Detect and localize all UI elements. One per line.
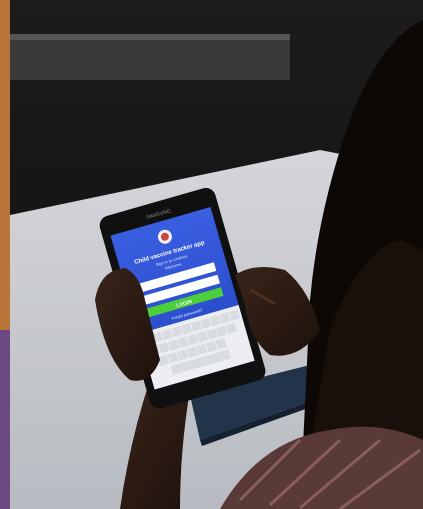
photo-canvas: SAMSUNG Child vaccine tracker app Sign i… — [0, 0, 423, 509]
left-purple-item — [0, 330, 10, 509]
photo-scene: SAMSUNG Child vaccine tracker app Sign i… — [0, 0, 423, 509]
wall-light-strip — [10, 34, 290, 80]
left-orange-wall — [0, 0, 10, 330]
wall-light-edge — [10, 34, 290, 40]
